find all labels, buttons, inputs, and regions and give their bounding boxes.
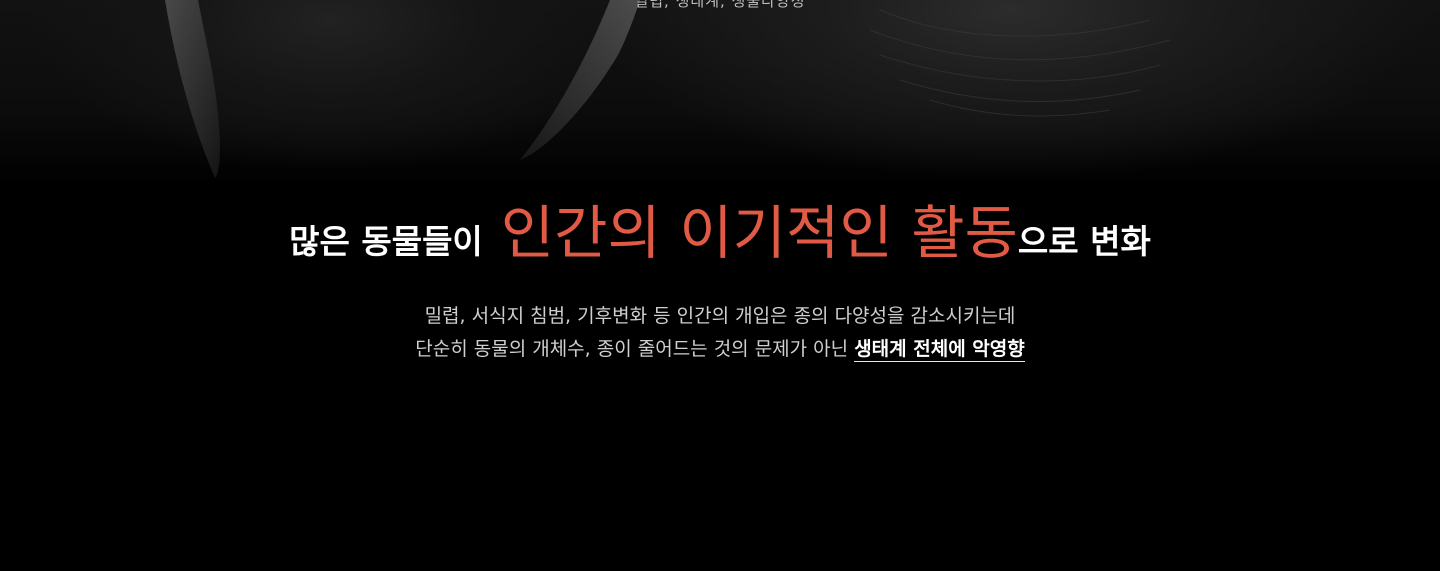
description-line-1: 밀렵, 서식지 침범, 기후변화 등 인간의 개입은 종의 다양성을 감소시키는… (424, 305, 1016, 327)
headline-lead: 많은 동물들이 (289, 222, 483, 261)
description-paragraph: 밀렵, 서식지 침범, 기후변화 등 인간의 개입은 종의 다양성을 감소시키는… (0, 300, 1440, 366)
description-line-2: 단순히 동물의 개체수, 종이 줄어드는 것의 문제가 아닌 생태계 전체에 악… (0, 333, 1440, 366)
elephant-background-image (0, 0, 1440, 185)
headline-highlight: 인간의 이기적인 활동 (500, 199, 1018, 267)
elephant-tusk-illustration (165, 0, 1171, 178)
section-headline: 많은 동물들이 인간의 이기적인 활동으로 변화 (0, 186, 1440, 270)
description-line-2-text: 단순히 동물의 개체수, 종이 줄어드는 것의 문제가 아닌 (415, 338, 849, 360)
top-caption: 밀렵, 생태계, 생물다양성 (634, 0, 806, 10)
left-tusk-shape (165, 0, 220, 178)
description-emphasis: 생태계 전체에 악영향 (854, 338, 1025, 362)
headline-tail: 으로 변화 (1017, 222, 1151, 261)
middle-tusk-shape (520, 0, 640, 160)
trunk-texture (869, 9, 1171, 117)
page: 밀렵, 생태계, 생물다양성 많은 동물들이 인간의 이기적인 활동으로 변화 밀… (0, 0, 1440, 571)
